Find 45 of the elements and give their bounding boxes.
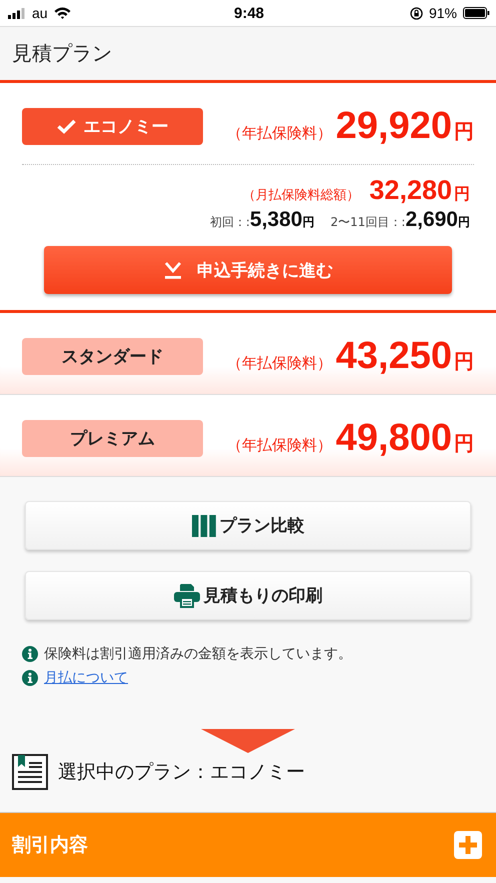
plan-tab[interactable]: プレミアム [22,420,203,457]
price-value: 43,250 [336,335,452,378]
print-button[interactable]: 見積もりの印刷 [25,571,471,620]
yen-unit: 円 [302,214,314,231]
installment-amount: 5,380 [250,208,302,232]
rotation-lock-icon [410,6,423,20]
download-icon [163,260,183,280]
signal-icon [8,8,26,18]
plus-icon[interactable] [454,831,482,859]
plan-card[interactable]: スタンダード （年払保険料）43,250 円 [0,313,496,395]
price-label: （年払保険料） [226,354,332,373]
info-icon [22,646,38,662]
price-value: 29,920 [336,105,452,148]
check-icon [56,119,76,134]
price-value: 49,800 [336,417,452,460]
carrier-name: au [32,5,48,21]
columns-icon [192,514,216,536]
monthly-total: 32,280 [369,175,452,206]
yen-unit: 円 [454,118,474,145]
price-label: （年払保険料） [226,436,332,455]
price-label: （年払保険料） [226,124,332,143]
printer-icon [174,584,200,608]
installment-label: 2〜11回目：: [330,214,406,231]
plan-tab[interactable]: スタンダード [22,338,203,375]
monthly-payment-link[interactable]: 月払について [44,669,128,687]
document-icon [12,754,48,790]
yen-unit: 円 [458,214,470,231]
installment-amount: 2,690 [405,208,458,232]
battery-icon [463,7,490,19]
clock-time: 9:48 [234,4,264,22]
note-text: 保険料は割引適用済みの金額を表示しています。 [44,645,352,663]
compare-button[interactable]: プラン比較 [25,501,471,550]
yen-unit: 円 [454,430,474,457]
installment-label: 初回：: [210,214,250,231]
yen-unit: 円 [454,184,470,205]
monthly-label: （月払保険料総額） [242,187,360,204]
yen-unit: 円 [454,348,474,375]
discount-title: 割引内容 [12,833,88,858]
battery-percent: 91% [428,5,457,21]
wifi-icon [54,7,71,19]
info-icon [22,670,38,686]
page-title: 見積プラン [12,40,112,67]
selected-plan-text: 選択中のプラン：エコノミー [58,760,305,785]
down-arrow-icon [201,729,295,754]
plan-card[interactable]: プレミアム （年払保険料）49,800 円 [0,395,496,477]
